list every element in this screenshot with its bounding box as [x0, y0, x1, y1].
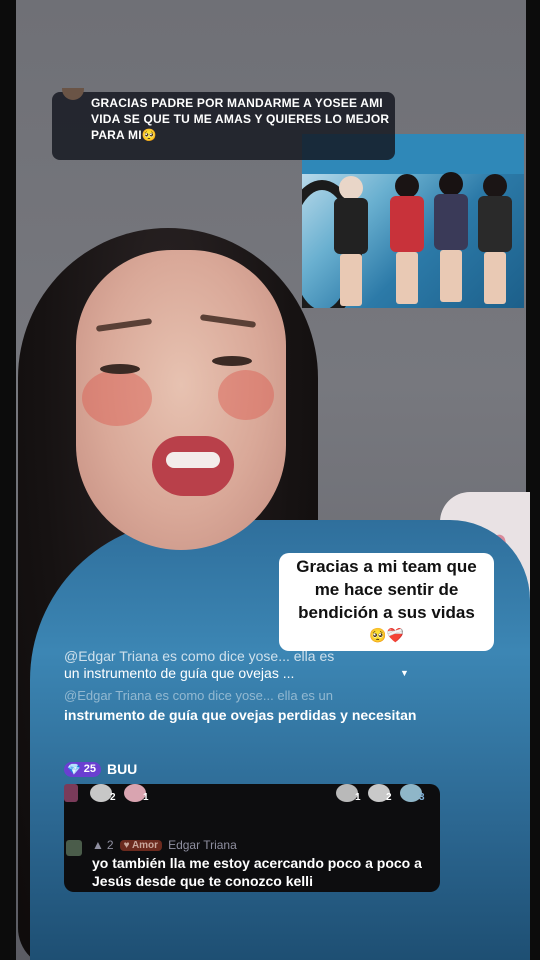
- fan-badge: ♥ Amor: [119, 839, 163, 851]
- poster-figure-legs: [396, 252, 418, 304]
- comment-text: un instrumento de guía que ovejas ...: [64, 665, 295, 681]
- viewer-rank: 1: [143, 792, 149, 803]
- username[interactable]: Edgar Triana: [168, 838, 237, 852]
- poster-figure: [432, 172, 470, 308]
- caption-sticker: Gracias a mi team que me hace sentir de …: [279, 553, 494, 651]
- poster-figure-body: [434, 194, 468, 250]
- viewer-rank: 1: [355, 792, 361, 803]
- caption-line: Gracias a mi team que: [296, 557, 477, 576]
- poster-figure-body: [478, 196, 512, 252]
- comment-faded-header: @Edgar Triana es como dice yose... ella …: [64, 688, 334, 703]
- poster-figure: [476, 174, 514, 308]
- poster-figure-legs: [340, 254, 362, 306]
- comment-item[interactable]: instrumento de guía que ovejas perdidas …: [64, 706, 424, 725]
- username[interactable]: BUU: [107, 761, 137, 777]
- level-icon: ▲: [92, 838, 104, 852]
- poster-figure-legs: [440, 250, 462, 302]
- comment-text: @Edgar Triana es como dice yose... ella …: [64, 648, 335, 664]
- pinned-comment-banner[interactable]: GRACIAS PADRE POR MANDARME A YOSEE AMI V…: [52, 88, 395, 160]
- comment-item[interactable]: @Edgar Triana es como dice yose... ella …: [64, 648, 424, 682]
- viewer-rank: 2: [110, 792, 116, 803]
- caption-line: bendición a sus vidas: [298, 603, 475, 622]
- commenter-avatar[interactable]: [66, 840, 82, 856]
- poster-figure: [332, 176, 370, 308]
- comment-header: ▲ 2 ♥ Amor Edgar Triana: [92, 838, 237, 852]
- poster-figure-head: [483, 174, 507, 198]
- join-notice: 💎 25 BUU: [64, 761, 137, 777]
- poster-figure-body: [390, 196, 424, 252]
- viewer-avatar[interactable]: [90, 784, 112, 802]
- level-number: 25: [83, 763, 96, 775]
- level-badge: 💎 25: [64, 761, 101, 777]
- commenter-avatar: [62, 88, 84, 100]
- expand-caret-icon[interactable]: ▼: [400, 668, 409, 678]
- blush-left: [82, 370, 152, 426]
- blush-right: [218, 370, 274, 420]
- live-stream-view: GRACIAS PADRE POR MANDARME A YOSEE AMI V…: [0, 0, 540, 960]
- level-number: 2: [106, 838, 114, 852]
- eye-right: [212, 356, 252, 366]
- comment-text: yo también lla me estoy acercando poco a…: [92, 855, 422, 889]
- left-border: [0, 0, 16, 960]
- gem-icon: 💎: [67, 763, 81, 776]
- poster-figure-head: [339, 176, 363, 200]
- gift-icon: [64, 784, 78, 802]
- poster-figure: [388, 174, 426, 308]
- eye-left: [100, 364, 140, 374]
- pinned-comment-text: GRACIAS PADRE POR MANDARME A YOSEE AMI V…: [91, 96, 390, 142]
- viewer-rank: 2: [386, 792, 392, 803]
- viewer-rank: 3: [419, 792, 425, 803]
- teeth: [166, 452, 220, 468]
- caption-emoji: 🥺❤️‍🩹: [369, 627, 404, 643]
- wall-poster: [302, 134, 524, 308]
- fan-badge-label: Amor: [131, 839, 159, 851]
- caption-line: me hace sentir de: [314, 580, 459, 599]
- level-badge: ▲ 2: [92, 838, 114, 852]
- poster-figure-head: [439, 172, 463, 196]
- poster-figure-legs: [484, 252, 506, 304]
- heart-icon: ♥: [123, 839, 130, 851]
- poster-figure-head: [395, 174, 419, 198]
- poster-figure-body: [334, 198, 368, 254]
